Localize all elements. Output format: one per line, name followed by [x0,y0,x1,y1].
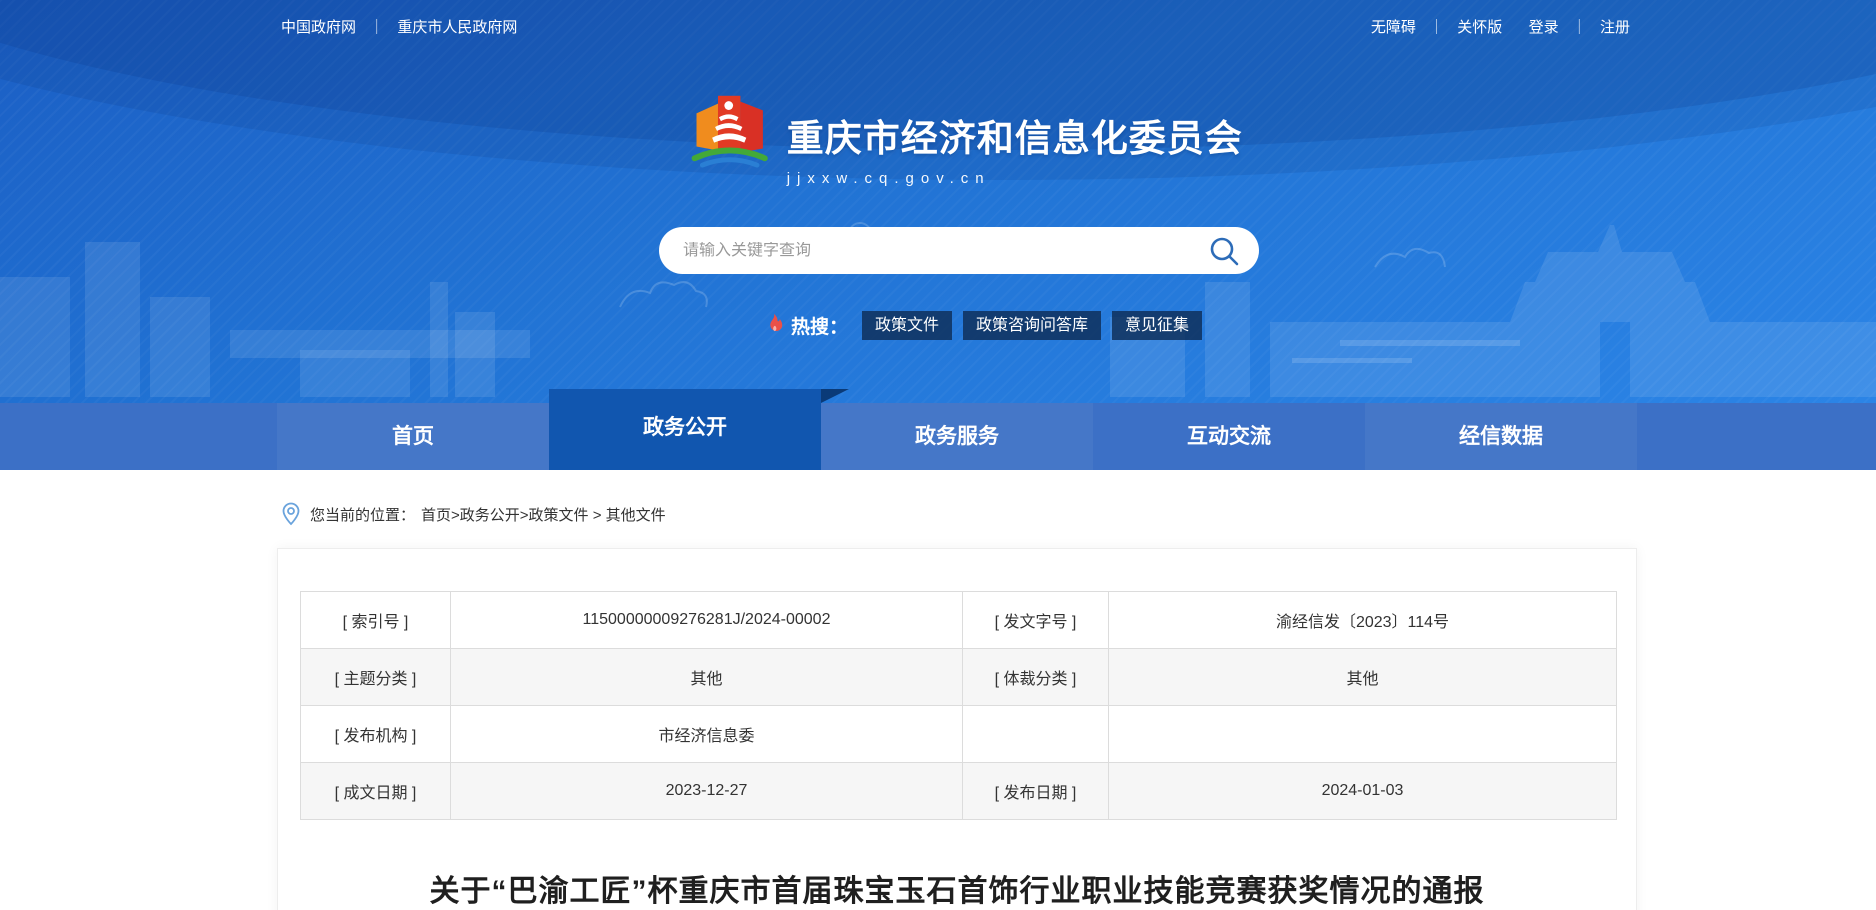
site-title: 重庆市经济和信息化委员会 [787,108,1243,162]
hot-search-row: 热搜： 政策文件 政策咨询问答库 意见征集 [763,310,1213,340]
tab-interaction[interactable]: 互动交流 [1093,403,1365,470]
meta-value-written-date: 2023-12-27 [451,763,963,820]
site-logo-icon [689,86,771,170]
link-login[interactable]: 登录 [1529,19,1559,36]
search-button[interactable] [1207,234,1241,268]
table-row: [ 主题分类 ] 其他 [ 体裁分类 ] 其他 [301,649,1617,706]
meta-label-doc-no: [ 发文字号 ] [963,592,1109,649]
meta-label-genre-class: [ 体裁分类 ] [963,649,1109,706]
meta-value-index-no: 11500000009276281J/2024-00002 [451,592,963,649]
separator: ｜ [369,19,384,36]
document-title: 关于“巴渝工匠”杯重庆市首届珠宝玉石首饰行业职业技能竞赛获奖情况的通报 [300,866,1614,910]
location-pin-icon [281,502,301,526]
site-brand[interactable]: 重庆市经济和信息化委员会 jjxxw.cq.gov.cn [689,86,1243,187]
meta-label-topic-class: [ 主题分类 ] [301,649,451,706]
document-meta-table: [ 索引号 ] 11500000009276281J/2024-00002 [ … [300,591,1617,820]
separator: ｜ [1572,19,1587,36]
link-care-version[interactable]: 关怀版 [1457,19,1502,36]
document-card: [ 索引号 ] 11500000009276281J/2024-00002 [ … [277,548,1637,910]
tab-gov-disclosure-label: 政务公开 [643,416,727,439]
tab-gov-disclosure[interactable]: 政务公开 [549,389,821,470]
meta-value-issuing-org: 市经济信息委 [451,706,963,763]
meta-label-publish-date: [ 发布日期 ] [963,763,1109,820]
table-row: [ 发布机构 ] 市经济信息委 [301,706,1617,763]
topbar-right-links: 无障碍 ｜ 关怀版 登录 ｜ 注册 [1371,16,1630,37]
meta-value-topic-class: 其他 [451,649,963,706]
meta-label-issuing-org: [ 发布机构 ] [301,706,451,763]
link-chongqing-gov[interactable]: 重庆市人民政府网 [397,19,517,36]
meta-label-empty [963,706,1109,763]
link-china-gov[interactable]: 中国政府网 [281,19,356,36]
header-banner: 中国政府网 ｜ 重庆市人民政府网 无障碍 ｜ 关怀版 登录 ｜ 注册 重 [0,0,1876,403]
meta-label-index-no: [ 索引号 ] [301,592,451,649]
nav-tabs: 首页 政务公开 政务服务 互动交流 经信数据 [277,403,1637,470]
tab-gov-services[interactable]: 政务服务 [821,403,1093,470]
meta-value-publish-date: 2024-01-03 [1109,763,1617,820]
main-content: 您当前的位置： 首页>政务公开>政策文件 > 其他文件 [ 索引号 ] 1150… [0,470,1876,910]
breadcrumb-path[interactable]: 首页>政务公开>政策文件 > 其他文件 [421,504,666,525]
search-input[interactable] [683,242,1207,260]
link-register[interactable]: 注册 [1600,19,1630,36]
tab-home[interactable]: 首页 [277,403,549,470]
table-row: [ 成文日期 ] 2023-12-27 [ 发布日期 ] 2024-01-03 [301,763,1617,820]
flame-icon [763,313,785,337]
separator: ｜ [1429,19,1444,36]
hot-tag-opinion[interactable]: 意见征集 [1112,311,1202,340]
table-row: [ 索引号 ] 11500000009276281J/2024-00002 [ … [301,592,1617,649]
tab-econ-data[interactable]: 经信数据 [1365,403,1637,470]
site-url: jjxxw.cq.gov.cn [787,170,1243,187]
hot-tag-policy-qa[interactable]: 政策咨询问答库 [963,311,1101,340]
topbar: 中国政府网 ｜ 重庆市人民政府网 无障碍 ｜ 关怀版 登录 ｜ 注册 [0,16,1876,37]
topbar-left-links: 中国政府网 ｜ 重庆市人民政府网 [281,16,517,37]
search-icon [1207,234,1241,268]
breadcrumb-prefix: 您当前的位置： [310,504,415,525]
meta-value-genre-class: 其他 [1109,649,1617,706]
meta-value-doc-no: 渝经信发〔2023〕114号 [1109,592,1617,649]
brand-text: 重庆市经济和信息化委员会 jjxxw.cq.gov.cn [787,86,1243,187]
hot-tag-policy-docs[interactable]: 政策文件 [862,311,952,340]
hot-search-label: 热搜： [791,312,848,339]
search-bar [659,227,1259,274]
meta-value-empty [1109,706,1617,763]
breadcrumb: 您当前的位置： 首页>政务公开>政策文件 > 其他文件 [0,470,1876,526]
main-nav: 首页 政务公开 政务服务 互动交流 经信数据 [0,403,1876,470]
link-accessibility[interactable]: 无障碍 [1371,19,1416,36]
meta-label-written-date: [ 成文日期 ] [301,763,451,820]
